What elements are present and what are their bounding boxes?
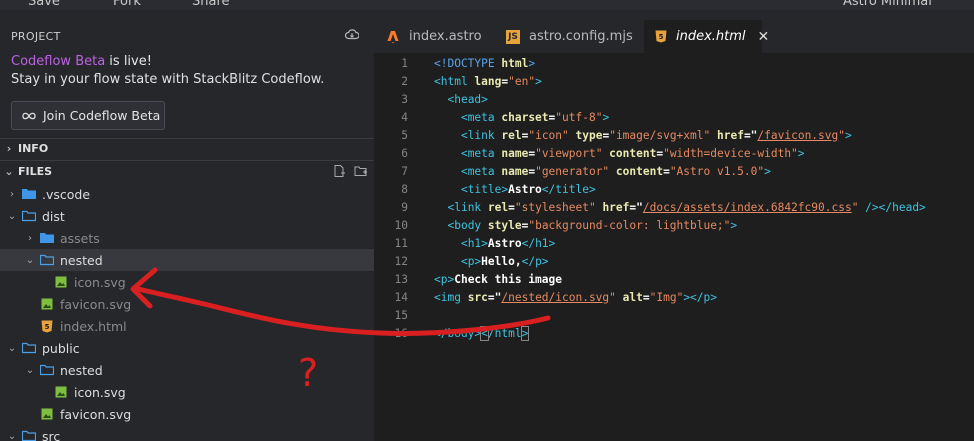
join-codeflow-button[interactable]: Join Codeflow Beta [11,101,165,130]
chevron-down-icon: ⌄ [7,342,17,354]
svg-text:5: 5 [45,323,50,331]
tree-item-src[interactable]: ⌄ src [0,425,374,441]
tab-index-html[interactable]: 5 index.html ✕ [644,20,769,53]
tab-label: index.html [676,29,746,44]
share-button[interactable]: Share [192,0,230,9]
tree-item-label: nested [60,252,103,268]
tab-bar: index.astro JS astro.config.mjs 5 index.… [374,10,974,53]
promo-subtitle: Stay in your flow state with StackBlitz … [11,72,325,87]
code-line: 12 <p>Hello,</p> [394,254,549,268]
tree-item-label: .vscode [42,186,91,202]
code-line: 11 <h1>Astro</h1> [394,236,556,250]
promo-title: Codeflow Beta is live! [11,54,152,69]
html5-icon: 5 [40,319,54,333]
tree-item-public-icon-svg[interactable]: icon.svg [0,381,374,403]
folder-open-icon [22,209,36,223]
tree-item-label: public [42,340,80,356]
tree-item-label: icon.svg [74,384,126,400]
folder-open-icon [40,363,54,377]
save-button[interactable]: Save [28,0,60,9]
tree-item-label: nested [60,362,103,378]
html5-icon: 5 [655,30,667,44]
code-line: 5 <link rel="icon" type="image/svg+xml" … [401,128,852,142]
astro-icon [386,30,400,44]
code-line: 6 <meta name="viewport" content="width=d… [401,146,805,160]
chevron-down-icon: ⌄ [4,165,14,178]
sidebar: PROJECT Codeflow Beta is live! Stay in y… [0,10,374,441]
tree-item-label: index.html [60,318,127,334]
tree-item-assets[interactable]: › assets [0,227,374,249]
top-toolbar: Save Fork Share Astro Minimal Example [0,0,974,10]
cloud-icon[interactable] [345,28,359,40]
promo-brand[interactable]: Codeflow Beta [11,54,105,69]
code-line: 7 <meta name="generator" content="Astro … [401,164,771,178]
code-line: 4 <meta charset="utf-8"> [401,110,610,124]
join-button-label: Join Codeflow Beta [43,108,161,123]
tab-label: index.astro [409,29,482,44]
js-icon: JS [506,29,520,44]
tree-item-public[interactable]: ⌄ public [0,337,374,359]
tab-astro-config[interactable]: JS astro.config.mjs [494,20,644,53]
code-line: 1 <!DOCTYPE html> [401,56,536,70]
folder-icon [22,187,36,201]
chevron-down-icon: ⌄ [7,210,17,222]
tree-item-label: src [42,428,61,441]
project-title: Astro Minimal Example [843,0,932,10]
tree-item-nested[interactable]: ⌄ nested [0,249,374,271]
code-line: 2 <html lang="en"> [401,74,542,88]
tree-item-label: dist [42,208,65,224]
tab-label: astro.config.mjs [529,29,633,44]
code-line: 13 <p>Check this image [394,272,562,286]
tree-item-icon-svg[interactable]: icon.svg [0,271,374,293]
promo-suffix: is live! [105,54,152,69]
tab-index-astro[interactable]: index.astro [374,20,494,53]
code-line: 16 </body></html> [394,325,530,341]
chevron-down-icon: ⌄ [25,364,35,376]
tree-item-favicon-svg[interactable]: favicon.svg [0,293,374,315]
tree-item-label: assets [60,230,100,246]
folder-icon [40,231,54,245]
image-file-icon [40,297,54,311]
section-files[interactable]: ⌄ FILES [0,161,374,182]
chevron-right-icon: › [6,142,12,155]
tree-item-public-favicon-svg[interactable]: favicon.svg [0,403,374,425]
infinity-icon [22,112,36,119]
new-file-icon[interactable] [332,164,346,178]
code-line: 14 <img src="/nested/icon.svg" alt="Img">… [394,290,717,304]
new-folder-icon[interactable] [354,164,368,178]
fork-button[interactable]: Fork [113,0,141,9]
section-info[interactable]: › INFO [0,138,374,159]
image-file-icon [54,385,68,399]
svg-text:5: 5 [659,33,664,41]
folder-open-icon [22,429,36,441]
code-line: 9 <link rel="stylesheet" href="/docs/ass… [401,200,926,214]
tree-item-label: favicon.svg [60,296,132,312]
tree-item-label: icon.svg [74,274,126,290]
code-line: 15 [394,308,408,322]
tree-item-vscode[interactable]: › .vscode [0,183,374,205]
editor: index.astro JS astro.config.mjs 5 index.… [374,10,974,441]
code-line: 8 <title>Astro</title> [401,182,596,196]
chevron-down-icon: ⌄ [25,254,35,266]
section-files-label: FILES [18,165,53,178]
code-line: 3 <head> [401,92,488,106]
tree-item-label: favicon.svg [60,406,132,422]
section-info-label: INFO [18,142,49,155]
tree-item-dist[interactable]: ⌄ dist [0,205,374,227]
close-icon[interactable]: ✕ [758,29,770,45]
tree-item-public-nested[interactable]: ⌄ nested [0,359,374,381]
folder-open-icon [22,341,36,355]
chevron-right-icon: › [28,232,32,244]
tree-item-index-html[interactable]: 5 index.html [0,315,374,337]
chevron-right-icon: › [10,188,14,200]
image-file-icon [54,275,68,289]
chevron-down-icon: ⌄ [7,430,17,441]
project-header: PROJECT [11,30,61,43]
code-line: 10 <body style="background-color: lightb… [394,218,738,232]
folder-open-icon [40,253,54,267]
image-file-icon [40,407,54,421]
